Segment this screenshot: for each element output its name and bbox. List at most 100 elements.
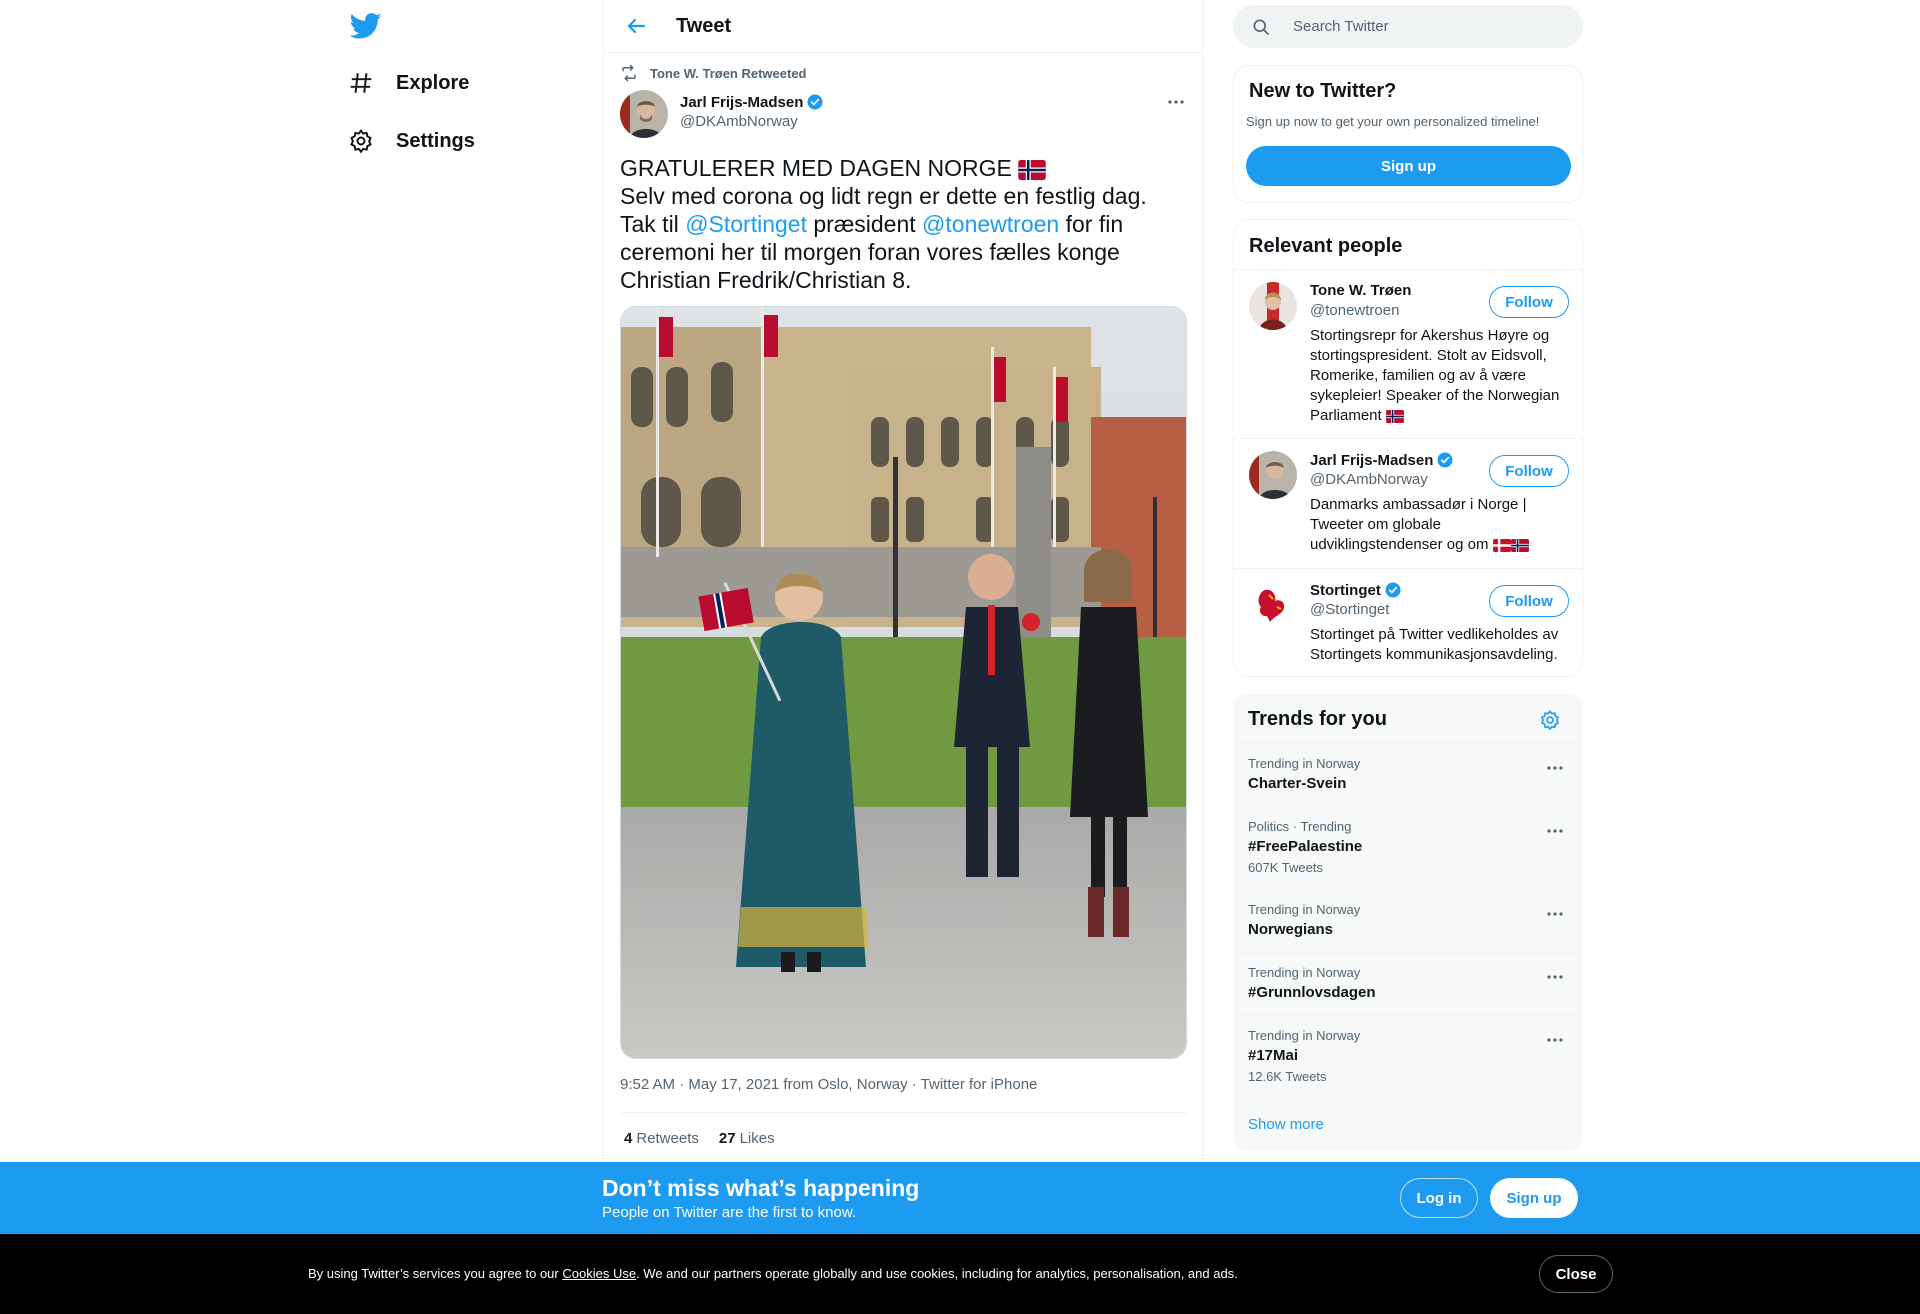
person-name[interactable]: Jarl Frijs-Madsen [1310,451,1454,469]
signup-button[interactable]: Sign up [1246,146,1571,186]
person-bio: Danmarks ambassadør i Norge | Tweeter om… [1310,495,1570,555]
nav-settings-label: Settings [396,129,475,152]
nav-settings[interactable]: Settings [348,121,475,161]
gear-icon [350,129,372,154]
avatar[interactable] [1249,451,1297,499]
trend-name: #FreePalaestine [1248,838,1363,855]
norway-flag-icon [1018,159,1047,180]
verified-icon [1385,582,1401,598]
trend-count: 607K Tweets [1248,860,1323,875]
more-icon[interactable] [1545,758,1565,778]
close-button[interactable]: Close [1539,1255,1613,1293]
search-placeholder: Search Twitter [1293,18,1389,35]
trends-panel: Trends for you Trending in Norway Charte… [1233,693,1583,1151]
person-name-text: Tone W. Trøen [1310,282,1412,299]
likes-stat[interactable]: 27 Likes [719,1130,775,1147]
trend-count: 12.6K Tweets [1248,1069,1327,1084]
trend-name: Charter-Svein [1248,775,1347,792]
login-button[interactable]: Log in [1400,1178,1478,1218]
trend-name: #Grunnlovsdagen [1248,984,1376,1001]
banner-subtitle: People on Twitter are the first to know. [602,1204,857,1221]
tweet-header: Tweet [604,0,1202,53]
retweets-count: 4 [624,1130,633,1147]
person-handle[interactable]: @Stortinget [1310,601,1389,618]
trend-context: Trending in Norway [1248,902,1361,917]
banner-signup-button[interactable]: Sign up [1490,1178,1578,1218]
denmark-flag-icon [1492,538,1511,552]
likes-count: 27 [718,1130,736,1147]
tweet-line-1: GRATULERER MED DAGEN NORGE [620,155,1012,181]
banner-title: Don’t miss what’s happening [602,1175,920,1201]
person-card[interactable]: Tone W. Trøen @tonewtroen Stortingsrepr … [1234,269,1582,438]
more-icon[interactable] [1545,967,1565,987]
search-icon [1253,19,1269,35]
mention-stortinget[interactable]: @Stortinget [685,211,807,237]
author-avatar[interactable] [620,90,668,138]
trend-item[interactable]: Trending in Norway #17Mai 12.6K Tweets [1233,1015,1583,1098]
new-to-twitter-subtitle: Sign up now to get your own personalized… [1246,114,1540,129]
trends-title: Trends for you [1248,708,1387,730]
person-handle[interactable]: @tonewtroen [1310,302,1399,319]
trend-name: Norwegians [1248,921,1334,938]
hashtag-icon [350,73,372,93]
likes-label: Likes [739,1130,775,1147]
person-card[interactable]: Stortinget @Stortinget Stortinget på Twi… [1234,568,1582,676]
trend-item[interactable]: Politics · Trending #FreePalaestine 607K… [1233,806,1583,889]
gear-icon[interactable] [1539,709,1561,731]
cookie-text-b: . We and our partners operate globally a… [636,1266,1238,1281]
follow-button[interactable]: Follow [1489,455,1569,487]
tweet-line-3a: Tak til [620,211,686,237]
person-bio: Stortingsrepr for Akershus Høyre og stor… [1310,326,1570,426]
avatar[interactable] [1249,581,1297,629]
trend-context: Politics · Trending [1248,819,1352,834]
person-name[interactable]: Stortinget [1310,581,1402,599]
tweet-column: Tweet Tone W. Trøen Retweeted Jarl Frijs… [603,0,1203,1314]
verified-icon [1437,452,1453,468]
more-icon[interactable] [1545,1030,1565,1050]
author-handle[interactable]: @DKAmbNorway [680,113,798,130]
person-name-text: Stortinget [1310,581,1381,599]
relevant-people-panel: Relevant people Tone W. Trøen @tonewtroe… [1233,219,1583,677]
cookies-use-link[interactable]: Cookies Use [562,1266,636,1281]
person-name-text: Jarl Frijs-Madsen [1310,451,1434,469]
trend-item[interactable]: Trending in Norway Charter-Svein [1233,743,1583,806]
more-icon[interactable] [1545,821,1565,841]
follow-button[interactable]: Follow [1489,585,1569,617]
person-handle[interactable]: @DKAmbNorway [1310,471,1428,488]
mention-tonewtroen[interactable]: @tonewtroen [922,211,1059,237]
trend-context: Trending in Norway [1248,965,1361,980]
retweets-stat[interactable]: 4 Retweets [624,1130,699,1147]
author-name[interactable]: Jarl Frijs-Madsen [680,93,824,111]
norway-flag-icon [1510,538,1529,552]
tweet-line-2: Selv med corona og lidt regn er dette en… [620,183,1147,209]
cookie-text-a: By using Twitter’s services you agree to… [308,1266,563,1281]
trend-item[interactable]: Trending in Norway #Grunnlovsdagen [1233,952,1583,1015]
relevant-people-title: Relevant people [1249,235,1403,257]
person-bio-text: Stortingsrepr for Akershus Høyre og stor… [1310,327,1560,424]
retweets-label: Retweets [636,1130,699,1147]
twitter-logo-icon[interactable] [349,10,382,42]
search-input[interactable]: Search Twitter [1233,5,1583,48]
tweet-photo[interactable] [620,306,1187,1059]
person-bio: Stortinget på Twitter vedlikeholdes av S… [1310,626,1559,663]
avatar[interactable] [1249,282,1297,330]
more-icon[interactable] [1545,904,1565,924]
person-name[interactable]: Tone W. Trøen [1310,282,1411,299]
nav-explore[interactable]: Explore [348,63,469,103]
retweet-context[interactable]: Tone W. Trøen Retweeted [620,64,807,82]
back-arrow-icon[interactable] [624,14,648,38]
signup-banner: Don’t miss what’s happening People on Tw… [0,1162,1920,1234]
person-card[interactable]: Jarl Frijs-Madsen @DKAmbNorway Danmarks … [1234,438,1582,568]
trend-context: Trending in Norway [1248,1028,1361,1043]
more-icon[interactable] [1166,92,1186,112]
show-more-link[interactable]: Show more [1248,1116,1324,1133]
trend-item[interactable]: Trending in Norway Norwegians [1233,889,1583,952]
nav-explore-label: Explore [396,71,470,94]
follow-button[interactable]: Follow [1489,286,1569,318]
norway-flag-icon [1385,409,1404,423]
retweet-icon [622,64,636,82]
divider [620,1112,1188,1113]
page-title: Tweet [676,15,732,37]
tweet-text: GRATULERER MED DAGEN NORGE Selv med coro… [620,154,1190,294]
trend-context: Trending in Norway [1248,756,1361,771]
